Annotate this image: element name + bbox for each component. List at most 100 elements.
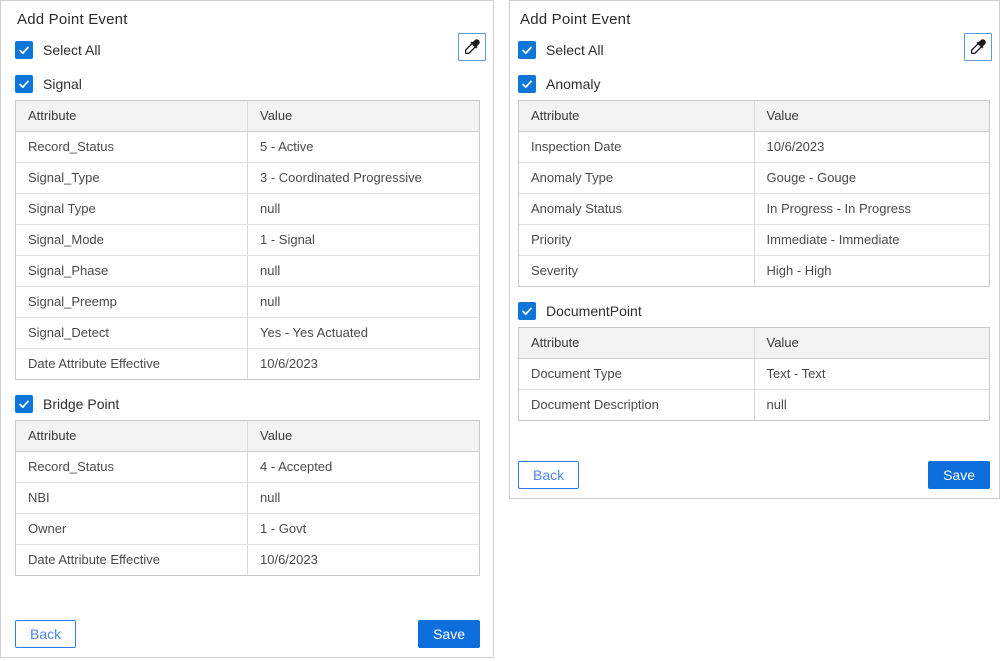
attribute-cell: Document Description [519,389,754,420]
checkbox-anomaly[interactable]: Anomaly [518,75,990,93]
checkbox-checked[interactable] [518,75,536,93]
value-cell: null [248,193,480,224]
table-row: Date Attribute Effective10/6/2023 [16,348,479,379]
value-column-header: Value [754,328,989,358]
app: Add Point Event Select All Signal Attrib… [0,0,1000,661]
panel-title: Add Point Event [520,11,990,28]
attribute-table: Attribute Value Record_Status4 - Accepte… [16,421,479,575]
event-group: DocumentPoint Attribute Value Document T… [518,302,990,421]
group-label: DocumentPoint [546,303,642,319]
value-column-header: Value [248,421,480,451]
attribute-cell: Record_Status [16,451,248,482]
panel-footer: Back Save [15,620,480,648]
table-header-row: Attribute Value [16,421,479,451]
groups-container: Anomaly Attribute Value Inspection Date1… [518,75,990,436]
table-row: SeverityHigh - High [519,255,989,286]
attribute-cell: Signal_Mode [16,224,248,255]
table-row: Record_Status5 - Active [16,131,479,162]
save-button[interactable]: Save [418,620,480,648]
table-row: Signal Typenull [16,193,479,224]
back-button[interactable]: Back [15,620,76,648]
attribute-table-wrap: Attribute Value Record_Status4 - Accepte… [15,420,480,576]
value-cell: 10/6/2023 [248,348,480,379]
table-header-row: Attribute Value [519,328,989,358]
table-row: Anomaly TypeGouge - Gouge [519,162,989,193]
checkbox-checked[interactable] [15,75,33,93]
value-column-header: Value [248,101,480,131]
value-cell: 10/6/2023 [754,131,989,162]
add-point-event-panel: Add Point Event Select All Signal Attrib… [0,0,494,658]
value-cell: Text - Text [754,358,989,389]
table-row: Owner1 - Govt [16,513,479,544]
table-row: Date Attribute Effective10/6/2023 [16,544,479,575]
value-cell: null [248,482,480,513]
checkbox-checked[interactable] [15,395,33,413]
attribute-cell: Severity [519,255,754,286]
value-cell: In Progress - In Progress [754,193,989,224]
group-label: Anomaly [546,76,600,92]
table-row: Signal_Mode1 - Signal [16,224,479,255]
attribute-cell: Anomaly Status [519,193,754,224]
value-cell: Gouge - Gouge [754,162,989,193]
select-all-label: Select All [546,42,604,58]
attribute-cell: Document Type [519,358,754,389]
check-icon [18,44,30,56]
check-icon [521,305,533,317]
checkbox-bridge-point[interactable]: Bridge Point [15,395,480,413]
attribute-cell: Signal_Phase [16,255,248,286]
table-row: Anomaly StatusIn Progress - In Progress [519,193,989,224]
select-all-checkbox[interactable]: Select All [15,41,480,59]
checkbox-documentpoint[interactable]: DocumentPoint [518,302,990,320]
value-cell: High - High [754,255,989,286]
add-point-event-panel: Add Point Event Select All Anomaly Attri… [509,0,1000,499]
table-row: Document TypeText - Text [519,358,989,389]
check-icon [18,78,30,90]
eyedropper-button[interactable] [458,33,486,61]
table-row: Record_Status4 - Accepted [16,451,479,482]
attribute-table: Attribute Value Inspection Date10/6/2023… [519,101,989,286]
attribute-cell: Signal_Detect [16,317,248,348]
table-row: Signal_Preempnull [16,286,479,317]
table-row: NBInull [16,482,479,513]
checkbox-checked[interactable] [518,302,536,320]
value-cell: Yes - Yes Actuated [248,317,480,348]
attribute-cell: Signal_Type [16,162,248,193]
attribute-column-header: Attribute [519,101,754,131]
eyedropper-button[interactable] [964,33,992,61]
attribute-cell: Record_Status [16,131,248,162]
check-icon [521,78,533,90]
table-row: Signal_Phasenull [16,255,479,286]
panel-footer: Back Save [518,461,990,489]
attribute-column-header: Attribute [16,101,248,131]
checkbox-checked[interactable] [518,41,536,59]
select-all-checkbox[interactable]: Select All [518,41,990,59]
attribute-column-header: Attribute [519,328,754,358]
table-header-row: Attribute Value [519,101,989,131]
attribute-cell: NBI [16,482,248,513]
attribute-cell: Signal Type [16,193,248,224]
select-all-label: Select All [43,42,101,58]
groups-container: Signal Attribute Value Record_Status5 - … [15,75,480,591]
attribute-cell: Date Attribute Effective [16,348,248,379]
attribute-table-wrap: Attribute Value Inspection Date10/6/2023… [518,100,990,287]
table-row: Signal_Type3 - Coordinated Progressive [16,162,479,193]
attribute-cell: Priority [519,224,754,255]
table-row: Inspection Date10/6/2023 [519,131,989,162]
attribute-cell: Date Attribute Effective [16,544,248,575]
value-cell: null [248,255,480,286]
back-button[interactable]: Back [518,461,579,489]
check-icon [521,44,533,56]
attribute-table-wrap: Attribute Value Record_Status5 - ActiveS… [15,100,480,380]
value-cell: 1 - Signal [248,224,480,255]
value-cell: 10/6/2023 [248,544,480,575]
table-row: Signal_DetectYes - Yes Actuated [16,317,479,348]
table-header-row: Attribute Value [16,101,479,131]
attribute-column-header: Attribute [16,421,248,451]
save-button[interactable]: Save [928,461,990,489]
attribute-cell: Owner [16,513,248,544]
checkbox-checked[interactable] [15,41,33,59]
checkbox-signal[interactable]: Signal [15,75,480,93]
value-cell: 5 - Active [248,131,480,162]
value-cell: null [248,286,480,317]
table-row: PriorityImmediate - Immediate [519,224,989,255]
